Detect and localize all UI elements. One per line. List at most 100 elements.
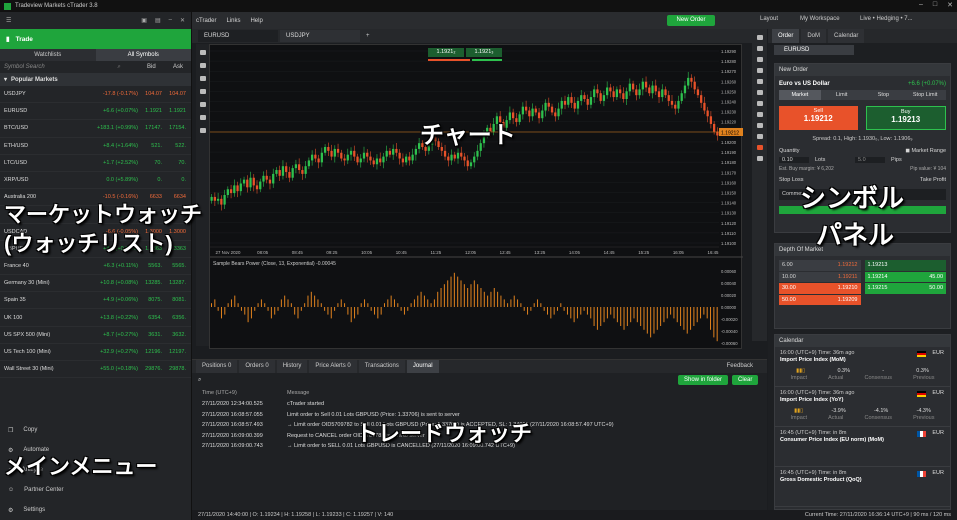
order-type-limit[interactable]: Limit bbox=[820, 90, 863, 100]
add-chart-icon[interactable]: + bbox=[366, 33, 370, 39]
menu-ctrader[interactable]: cTrader bbox=[196, 18, 216, 24]
account-selector[interactable]: Live • Hedging • 7... bbox=[860, 16, 913, 22]
menu-links[interactable]: Links bbox=[226, 18, 240, 24]
journal-row[interactable]: 27/11/2020 12:34:00.525 cTrader started bbox=[192, 399, 767, 410]
show-in-folder-button[interactable]: Show in folder bbox=[678, 375, 729, 385]
search-icon[interactable]: ⌕ bbox=[117, 64, 147, 71]
quick-trade-sell[interactable]: 1.1921₂ bbox=[428, 48, 464, 57]
tab-dom[interactable]: DoM bbox=[801, 29, 827, 43]
cursor-icon[interactable] bbox=[756, 79, 763, 84]
zoom-out-icon[interactable] bbox=[199, 63, 206, 68]
minimize-icon[interactable]: – bbox=[919, 1, 923, 9]
symbol-row[interactable]: EURUSD +6.6 (+0.07%) 1.1921 1.1921 bbox=[0, 103, 191, 121]
sell-button[interactable]: Sell 1.19212 bbox=[779, 106, 858, 130]
menu-settings[interactable]: ⚙ Settings bbox=[0, 500, 192, 520]
feedback-link[interactable]: Feedback bbox=[727, 360, 753, 373]
tab-calendar[interactable]: Calendar bbox=[828, 29, 865, 43]
symbol-row[interactable]: US SPX 500 (Mini) +8.7 (+0.27%) 3631. 3632. bbox=[0, 327, 191, 344]
layout-icon[interactable]: ▣ bbox=[141, 17, 147, 24]
tab-positions[interactable]: Positions 0 bbox=[196, 360, 238, 373]
symbol-row[interactable]: Spain 35 +4.9 (+0.06%) 8075. 8081. bbox=[0, 292, 191, 310]
dom-buy-row[interactable]: 1.19214 45.00 bbox=[864, 271, 946, 282]
maximize-icon[interactable]: □ bbox=[933, 1, 937, 9]
menu-copy[interactable]: ❐ Copy bbox=[0, 420, 192, 440]
tab-price-alerts[interactable]: Price Alerts 0 bbox=[309, 360, 357, 373]
stack-icon[interactable] bbox=[756, 68, 763, 73]
tab-journal[interactable]: Journal bbox=[406, 360, 439, 373]
calendar-event[interactable]: 16:00 (UTC+9) Time: 36m ago Import Price … bbox=[775, 347, 950, 387]
tab-history[interactable]: History bbox=[276, 360, 308, 373]
layout-menu[interactable]: Layout bbox=[760, 16, 778, 22]
chart-canvas[interactable]: 1.19290 1.19280 1.19270 1.19260 1.19250 1.192… bbox=[210, 45, 743, 350]
dom-sell-row[interactable]: 50.00 1.19209 bbox=[779, 294, 861, 305]
take-profit-toggle[interactable]: Take Profit bbox=[920, 177, 946, 183]
minimize-panel-icon[interactable]: – bbox=[169, 17, 172, 24]
template-icon[interactable] bbox=[199, 102, 206, 107]
workspace-menu[interactable]: My Workspace bbox=[800, 16, 840, 22]
chart-mode-icon[interactable] bbox=[756, 57, 763, 62]
shape-tool-icon[interactable] bbox=[756, 134, 763, 139]
menu-help[interactable]: Help bbox=[250, 18, 262, 24]
symbol-row[interactable]: France 40 +6.3 (+0.11%) 5563. 5565. bbox=[0, 258, 191, 276]
buy-button[interactable]: Buy 1.19213 bbox=[865, 106, 946, 130]
journal-search-icon[interactable]: ⌕ bbox=[198, 377, 201, 384]
text-tool-icon[interactable] bbox=[756, 123, 763, 128]
indicator-icon[interactable] bbox=[199, 89, 206, 94]
crosshair-icon[interactable] bbox=[199, 76, 206, 81]
grid-layout-icon[interactable] bbox=[756, 46, 763, 51]
close-icon[interactable]: ✕ bbox=[947, 1, 953, 9]
calendar-event[interactable]: 16:45 (UTC+9) Time: in 8m Consumer Price … bbox=[775, 427, 950, 467]
tab-transactions[interactable]: Transactions bbox=[358, 360, 405, 373]
order-type-stop-limit[interactable]: Stop Limit bbox=[904, 90, 946, 100]
calendar-event[interactable]: 16:00 (UTC+9) Time: 36m ago Import Price … bbox=[775, 387, 950, 427]
symbol-row[interactable]: Germany 30 (Mini) +10.8 (+0.08%) 13285. 132… bbox=[0, 275, 191, 293]
tab-watchlists[interactable]: Watchlists bbox=[0, 49, 96, 61]
candle-type-icon[interactable] bbox=[199, 128, 206, 133]
journal-row[interactable]: 27/11/2020 16:08:57.055 Limit order to Se… bbox=[192, 410, 767, 421]
symbol-row[interactable]: UK 100 +13.8 (+0.22%) 6354. 6356. bbox=[0, 309, 191, 327]
delete-tool-icon[interactable] bbox=[756, 156, 763, 161]
color-tool-icon[interactable] bbox=[756, 145, 763, 150]
fib-tool-icon[interactable] bbox=[756, 112, 763, 117]
quantity-stepper[interactable]: 0.10 bbox=[779, 157, 809, 163]
trade-app-button[interactable]: ▮ Trade bbox=[0, 29, 191, 49]
close-panel-icon[interactable]: ✕ bbox=[180, 17, 185, 24]
quick-trade-buy[interactable]: 1.1921₃ bbox=[466, 48, 502, 57]
symbol-row[interactable]: US Tech 100 (Mini) +32.9 (+0.27%) 12196. 12… bbox=[0, 344, 191, 361]
order-type-market[interactable]: Market bbox=[779, 90, 821, 100]
dom-sell-row[interactable]: 10.00 1.19211 bbox=[779, 271, 861, 282]
tab-orders[interactable]: Orders 0 bbox=[239, 360, 275, 373]
dom-buy-row[interactable]: 1.19215 50.00 bbox=[864, 283, 946, 294]
tab-order[interactable]: Order bbox=[772, 29, 800, 43]
market-range-toggle[interactable]: ◼ Market Range bbox=[905, 148, 946, 154]
hline-tool-icon[interactable] bbox=[756, 101, 763, 106]
tab-all-symbols[interactable]: All Symbols bbox=[95, 49, 191, 61]
range-input[interactable]: 5.0 bbox=[855, 157, 885, 163]
symbol-row[interactable]: LTC/USD +1.7 (+2.52%) 70. 70. bbox=[0, 155, 191, 172]
symbol-row[interactable]: USDJPY -17.8 (-0.17%) 104.07 104.07 bbox=[0, 86, 191, 104]
section-popular-markets[interactable]: ▾ Popular Markets bbox=[0, 73, 191, 86]
symbol-row[interactable]: BTC/USD +183.1 (+0.99%) 17147. 17154. bbox=[0, 120, 191, 138]
col-time[interactable]: Time (UTC+9) bbox=[192, 390, 287, 396]
symbol-row[interactable]: Wall Street 30 (Mini) +55.0 (+0.18%) 29876… bbox=[0, 361, 191, 379]
price-chart[interactable]: 1.19290 1.19280 1.19270 1.19260 1.19250 1.192… bbox=[209, 44, 743, 350]
menu-partner-center[interactable]: ☺ Partner Center bbox=[0, 480, 192, 500]
calendar-event[interactable]: 16:45 (UTC+9) Time: in 8m Gross Domestic … bbox=[775, 467, 950, 507]
dom-buy-row[interactable]: 1.19213 bbox=[864, 260, 946, 271]
chart-tab-usdjpy[interactable]: USDJPY bbox=[280, 30, 360, 42]
symbol-selector[interactable]: EURUSD bbox=[774, 45, 854, 55]
window-icon[interactable]: ▤ bbox=[155, 17, 161, 24]
symbol-search-input[interactable]: Symbol Search bbox=[4, 64, 117, 70]
menu-icon[interactable]: ☰ bbox=[6, 17, 11, 24]
symbol-row[interactable]: ETH/USD +8.4 (+1.64%) 521. 522. bbox=[0, 138, 191, 155]
line-tool-icon[interactable] bbox=[756, 90, 763, 95]
chart-tab-eurusd[interactable]: EURUSD bbox=[198, 30, 278, 42]
symbol-row[interactable]: XRP/USD 0.0 (+5.89%) 0. 0. bbox=[0, 172, 191, 190]
new-order-button[interactable]: New Order bbox=[667, 15, 715, 26]
eye-icon[interactable] bbox=[199, 115, 206, 120]
dom-sell-row[interactable]: 6.00 1.19212 bbox=[779, 260, 861, 271]
zoom-in-icon[interactable] bbox=[199, 50, 206, 55]
tile-icon[interactable] bbox=[756, 35, 763, 40]
order-type-stop[interactable]: Stop bbox=[862, 90, 905, 100]
dom-sell-row[interactable]: 30.00 1.19210 bbox=[779, 283, 861, 294]
